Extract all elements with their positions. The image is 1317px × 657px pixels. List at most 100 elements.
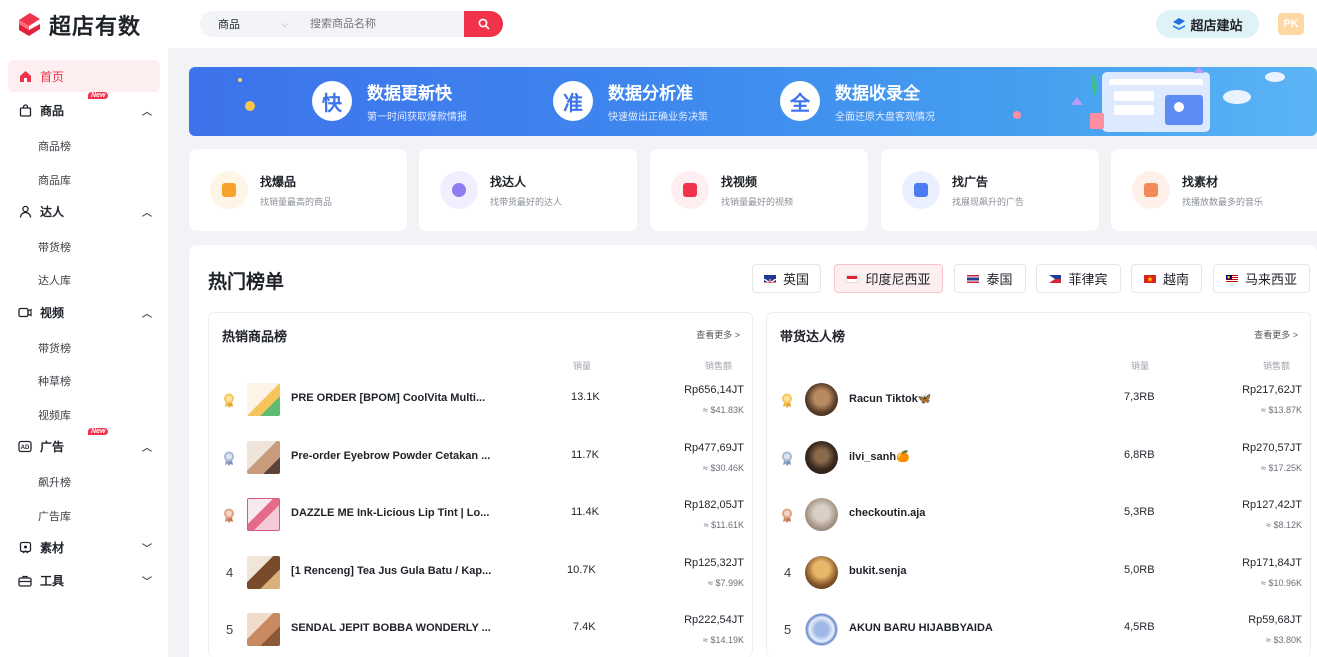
product-amount: Rp656,14JT — [684, 384, 744, 396]
creator-avatar — [805, 383, 838, 416]
feature-fast: 快 数据更新快 第一时间获取爆款情报 — [312, 79, 467, 123]
quick-card-videos[interactable]: 找视频 找销量最好的视频 — [650, 149, 868, 231]
table-row[interactable]: Racun Tiktok🦋 7,3RB Rp217,62JT ≈ $13.87K — [767, 375, 1312, 425]
quick-card-subtitle: 找销量最好的视频 — [721, 196, 794, 207]
sidebar-group-label: 达人 — [40, 204, 65, 219]
creator-sales: 6,8RB — [1124, 449, 1155, 461]
product-name[interactable]: DAZZLE ME Ink-Licious Lip Tint | Lo... — [291, 507, 489, 519]
table-row[interactable]: ilvi_sanh🍊 6,8RB Rp270,57JT ≈ $17.25K — [767, 433, 1312, 483]
feature-accurate: 准 数据分析准 快速做出正确业务决策 — [553, 79, 708, 123]
sidebar-item-creator-library[interactable]: 达人库 — [38, 272, 71, 288]
creator-name[interactable]: bukit.senja — [849, 565, 906, 577]
video-play-icon — [671, 171, 709, 209]
table-row[interactable]: DAZZLE ME Ink-Licious Lip Tint | Lo... 1… — [209, 490, 754, 540]
creator-name[interactable]: AKUN BARU HIJABBYAIDA — [849, 622, 993, 634]
product-name[interactable]: [1 Renceng] Tea Jus Gula Batu / Kap... — [291, 565, 491, 577]
feature-badge: 全 — [780, 81, 820, 121]
view-more-link[interactable]: 查看更多 > — [1254, 328, 1298, 341]
country-tab-vietnam[interactable]: 越南 — [1131, 264, 1202, 293]
top-creators-board: 带货达人榜 查看更多 > 销量 销售额 Racun Tiktok🦋 7,3RB … — [766, 312, 1311, 657]
sidebar-item-video-sales-rank[interactable]: 带货榜 — [38, 340, 71, 356]
creator-name[interactable]: ilvi_sanh🍊 — [849, 450, 910, 463]
creator-avatar — [805, 441, 838, 474]
sidebar-group-tools[interactable]: 工具 ﹀ — [8, 564, 160, 596]
vietnam-flag-icon — [1143, 274, 1156, 283]
view-more-link[interactable]: 查看更多 > — [696, 328, 740, 341]
sidebar-group-label: 广告 — [40, 439, 65, 454]
sidebar-group-ads[interactable]: AD 广告 New ︿ — [8, 428, 160, 462]
search-input[interactable] — [310, 18, 460, 30]
sidebar-group-label: 视频 — [40, 305, 65, 320]
table-row[interactable]: 5 SENDAL JEPIT BOBBA WONDERLY ... 7.4K R… — [209, 605, 754, 655]
table-row[interactable]: 4 bukit.senja 5,0RB Rp171,84JT ≈ $10.96K — [767, 548, 1312, 598]
chevron-down-icon: ﹀ — [142, 576, 152, 588]
sidebar-group-videos[interactable]: 视频 ︿ — [8, 296, 160, 328]
search-button[interactable] — [464, 11, 503, 37]
gold-medal-icon — [224, 393, 234, 408]
feature-title: 数据收录全 — [835, 84, 920, 103]
column-header-sales: 销量 — [573, 361, 592, 371]
creator-avatar — [805, 498, 838, 531]
sidebar-item-creator-sales-rank[interactable]: 带货榜 — [38, 239, 71, 255]
product-name[interactable]: SENDAL JEPIT BOBBA WONDERLY ... — [291, 622, 491, 634]
country-tab-label: 马来西亚 — [1244, 272, 1297, 287]
feature-subtitle: 全面还原大盘客观情况 — [835, 112, 935, 123]
country-tab-indonesia[interactable]: 印度尼西亚 — [834, 264, 943, 293]
table-row[interactable]: 4 [1 Renceng] Tea Jus Gula Batu / Kap...… — [209, 548, 754, 598]
sidebar-item-video-library[interactable]: 视频库 — [38, 407, 71, 423]
product-amount-usd: ≈ $30.46K — [703, 463, 744, 473]
sidebar-item-home[interactable]: 首页 — [8, 60, 160, 92]
country-tab-philippines[interactable]: 菲律宾 — [1036, 264, 1121, 293]
creator-avatar — [805, 556, 838, 589]
sidebar-group-products[interactable]: 商品 New ︿ — [8, 92, 160, 126]
column-header-amount: 销售额 — [704, 361, 732, 371]
sidebar-item-video-seeding-rank[interactable]: 种草榜 — [38, 373, 71, 389]
uk-flag-icon — [763, 274, 776, 283]
product-amount: Rp125,32JT — [684, 557, 744, 569]
quick-card-subtitle: 找销量最高的商品 — [260, 196, 333, 207]
silver-medal-icon — [782, 451, 792, 466]
product-thumbnail — [247, 383, 280, 416]
top-header: 超店有数 商品 ⌵ 超店建站 PK — [0, 0, 1317, 48]
sidebar-item-ad-library[interactable]: 广告库 — [38, 508, 71, 524]
product-amount-usd: ≈ $7.99K — [708, 578, 744, 588]
user-avatar[interactable]: PK — [1278, 13, 1304, 35]
ad-icon: AD — [18, 439, 32, 453]
site-builder-button[interactable]: 超店建站 — [1156, 10, 1259, 38]
quick-card-materials[interactable]: 找素材 找播放数最多的音乐 — [1111, 149, 1317, 231]
product-name[interactable]: PRE ORDER [BPOM] CoolVita Multi... — [291, 392, 485, 404]
logo-icon — [16, 11, 42, 39]
quick-card-title: 找素材 — [1182, 174, 1219, 189]
product-thumbnail — [247, 613, 280, 646]
sidebar-item-ad-rising-rank[interactable]: 飙升榜 — [38, 474, 71, 490]
country-tab-thailand[interactable]: 泰国 — [954, 264, 1026, 293]
sidebar-item-product-rank[interactable]: 商品榜 — [38, 138, 71, 154]
feature-subtitle: 快速做出正确业务决策 — [608, 112, 708, 123]
logo[interactable]: 超店有数 — [16, 9, 141, 41]
feature-subtitle: 第一时间获取爆款情报 — [367, 112, 467, 123]
country-tab-uk[interactable]: 英国 — [752, 264, 821, 293]
table-row[interactable]: checkoutin.aja 5,3RB Rp127,42JT ≈ $8.12K — [767, 490, 1312, 540]
sidebar-group-materials[interactable]: 素材 ﹀ — [8, 531, 160, 563]
table-row[interactable]: 5 AKUN BARU HIJABBYAIDA 4,5RB Rp59,68JT … — [767, 605, 1312, 655]
search-category-select[interactable]: 商品 ⌵ — [200, 16, 296, 32]
quick-card-ads[interactable]: 找广告 找展现飙升的广告 — [881, 149, 1099, 231]
table-row[interactable]: Pre-order Eyebrow Powder Cetakan ... 11.… — [209, 433, 754, 483]
sidebar-item-product-library[interactable]: 商品库 — [38, 172, 71, 188]
sidebar: 首页 商品 New ︿ 商品榜 商品库 达人 ︿ 带货榜 达人库 视频 ︿ 带货… — [0, 48, 168, 657]
site-builder-label: 超店建站 — [1190, 17, 1243, 33]
sidebar-group-creators[interactable]: 达人 ︿ — [8, 195, 160, 227]
search-icon — [478, 18, 489, 30]
quick-card-hot-products[interactable]: 找爆品 找销量最高的商品 — [189, 149, 407, 231]
creator-amount: Rp217,62JT — [1242, 384, 1302, 396]
table-row[interactable]: PRE ORDER [BPOM] CoolVita Multi... 13.1K… — [209, 375, 754, 425]
creator-name[interactable]: checkoutin.aja — [849, 507, 925, 519]
creator-name[interactable]: Racun Tiktok🦋 — [849, 392, 932, 405]
quick-card-creators[interactable]: 找达人 找带货最好的达人 — [419, 149, 637, 231]
country-tab-malaysia[interactable]: 马来西亚 — [1213, 264, 1310, 293]
country-tab-label: 印度尼西亚 — [865, 272, 931, 287]
feature-banner[interactable]: 快 数据更新快 第一时间获取爆款情报 准 数据分析准 快速做出正确业务决策 全 … — [189, 67, 1317, 136]
video-icon — [18, 305, 32, 319]
product-name[interactable]: Pre-order Eyebrow Powder Cetakan ... — [291, 450, 490, 462]
svg-text:AD: AD — [21, 445, 30, 451]
